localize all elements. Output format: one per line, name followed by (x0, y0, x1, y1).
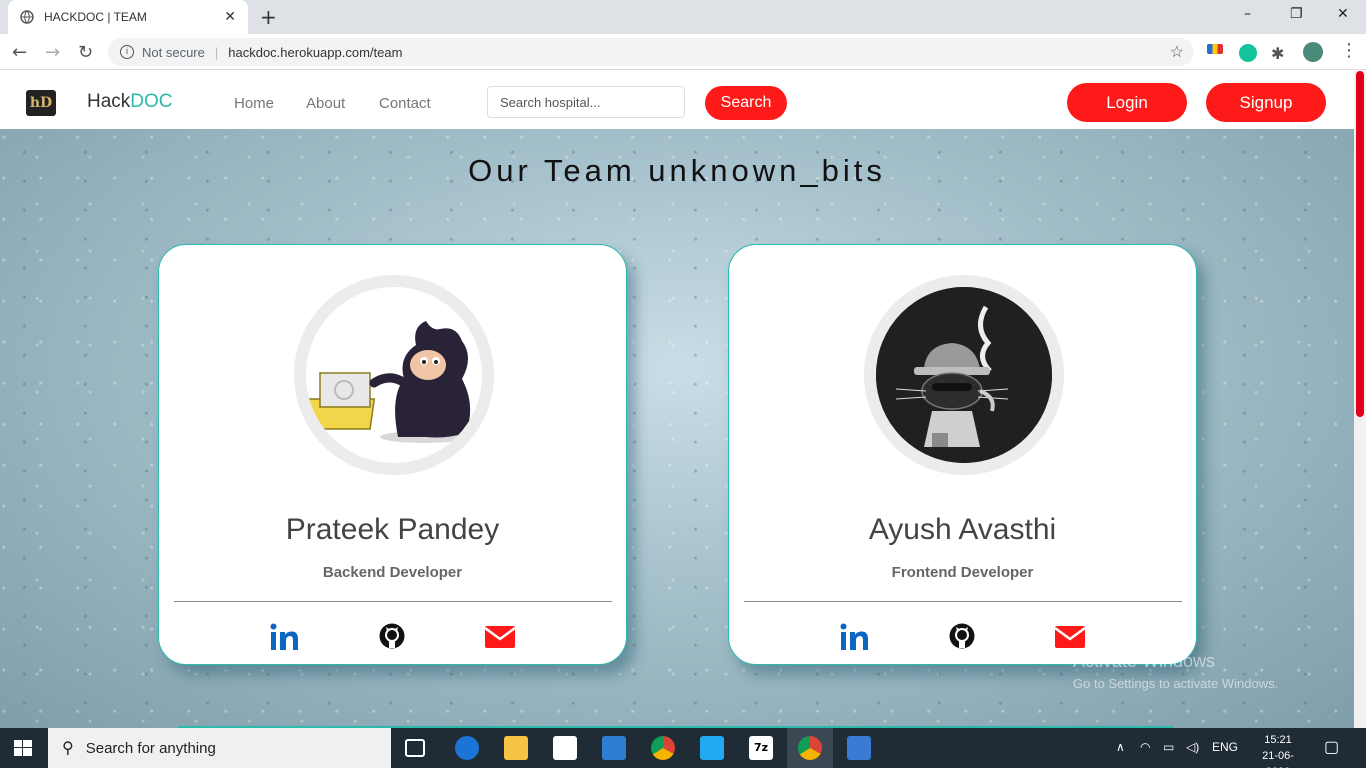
login-button[interactable]: Login (1067, 83, 1187, 122)
team-section: Our Team unknown_bits Prateek Pandey Bac… (0, 129, 1354, 728)
mail-icon[interactable] (484, 622, 516, 652)
octocat-turntable-icon (306, 287, 482, 463)
avatar (294, 275, 494, 475)
vscode-icon[interactable] (700, 736, 724, 760)
info-icon[interactable]: i (120, 45, 134, 59)
site-logo[interactable]: hD (26, 90, 56, 116)
brand-prefix: Hack (87, 91, 131, 112)
reload-icon[interactable]: ↻ (78, 42, 93, 63)
battery-icon[interactable]: ▭ (1163, 740, 1174, 754)
language-indicator[interactable]: ENG (1212, 740, 1238, 754)
tab-title: HACKDOC | TEAM (44, 10, 147, 24)
taskbar-search-placeholder: Search for anything (85, 739, 216, 757)
chrome-active-icon[interactable] (798, 736, 822, 760)
chevron-up-icon[interactable]: ∧ (1116, 740, 1125, 754)
member-role: Frontend Developer (891, 564, 1034, 581)
wifi-icon[interactable]: ◠ (1140, 740, 1150, 754)
site-brand[interactable]: HackDOC (87, 91, 173, 113)
bookmark-star-icon[interactable]: ☆ (1170, 42, 1184, 62)
scrollbar-thumb[interactable] (1356, 71, 1364, 417)
url-bar[interactable]: i Not secure | hackdoc.herokuapp.com/tea… (108, 38, 1194, 66)
linkedin-icon[interactable] (269, 622, 301, 652)
avatar (864, 275, 1064, 475)
windows-start-icon[interactable] (14, 740, 32, 756)
windows-activation-watermark: Activate Windows Go to Settings to activ… (1073, 651, 1278, 691)
extensions-puzzle-icon[interactable]: ✱ (1271, 44, 1289, 63)
globe-icon (20, 10, 34, 24)
nav-contact[interactable]: Contact (379, 95, 431, 112)
taskbar-search-input[interactable]: ⚲ Search for anything (48, 728, 391, 768)
photos-icon[interactable] (847, 736, 871, 760)
member-role: Backend Developer (322, 564, 463, 581)
member-name: Ayush Avasthi (868, 513, 1057, 546)
site-navbar: hD HackDOC Home About Contact Search Log… (0, 71, 1354, 129)
7zip-icon[interactable]: 7z (749, 736, 773, 760)
page-viewport: hD HackDOC Home About Contact Search Log… (0, 71, 1366, 728)
chrome-icon[interactable] (651, 736, 675, 760)
clock-date: 21-06-2020 (1262, 750, 1294, 778)
mail-icon[interactable] (1054, 622, 1086, 652)
browser-tab-strip: HACKDOC | TEAM ✕ + – ❐ ✕ (0, 0, 1366, 34)
url-separator: | (214, 44, 219, 60)
brand-suffix: DOC (130, 91, 173, 112)
card-divider (174, 601, 612, 602)
windows-taskbar: ⚲ Search for anything 7z ∧ ◠ ▭ ◁) ENG 15… (0, 728, 1366, 778)
notifications-icon[interactable]: ▢ (1324, 737, 1339, 757)
forward-icon[interactable]: → (45, 42, 60, 63)
nav-home[interactable]: Home (234, 95, 274, 112)
nav-about[interactable]: About (306, 95, 345, 112)
mail-app-icon[interactable] (602, 736, 626, 760)
new-tab-button[interactable]: + (260, 5, 277, 29)
octocat-spy-icon (876, 287, 1052, 463)
team-card: Ayush Avasthi Frontend Developer (728, 244, 1197, 665)
back-icon[interactable]: ← (12, 42, 27, 63)
tab-close-button[interactable]: ✕ (224, 9, 236, 25)
github-icon[interactable] (946, 622, 978, 652)
file-explorer-icon[interactable] (504, 736, 528, 760)
security-status: Not secure (142, 44, 205, 60)
profile-avatar[interactable] (1303, 42, 1323, 62)
menu-kebab-icon[interactable]: ⋮ (1340, 40, 1358, 61)
url-text[interactable]: hackdoc.herokuapp.com/team (228, 45, 402, 60)
page-title: Our Team unknown_bits (468, 153, 886, 188)
browser-tab[interactable]: HACKDOC | TEAM ✕ (8, 0, 248, 34)
card-divider (744, 601, 1182, 602)
signup-button[interactable]: Signup (1206, 83, 1326, 122)
linkedin-icon[interactable] (839, 622, 871, 652)
minimize-button[interactable]: – (1244, 6, 1251, 22)
system-clock[interactable]: 15:21 21-06-2020 (1252, 732, 1304, 780)
search-button[interactable]: Search (705, 86, 787, 120)
page-scrollbar[interactable] (1354, 71, 1366, 728)
maximize-button[interactable]: ❐ (1290, 6, 1303, 22)
extension-flag-icon[interactable] (1207, 44, 1223, 54)
volume-icon[interactable]: ◁) (1186, 740, 1199, 754)
clock-time: 15:21 (1264, 734, 1292, 746)
grammarly-icon[interactable] (1239, 44, 1257, 62)
edge-icon[interactable] (455, 736, 479, 760)
watermark-title: Activate Windows (1073, 651, 1216, 671)
close-window-button[interactable]: ✕ (1337, 6, 1349, 22)
team-card: Prateek Pandey Backend Developer (158, 244, 627, 665)
member-name: Prateek Pandey (285, 513, 500, 546)
store-icon[interactable] (553, 736, 577, 760)
github-icon[interactable] (376, 622, 408, 652)
search-icon: ⚲ (62, 740, 74, 757)
task-view-icon[interactable] (405, 739, 425, 757)
address-toolbar: ← → ↻ i Not secure | hackdoc.herokuapp.c… (0, 34, 1366, 70)
hospital-search-input[interactable] (487, 86, 685, 118)
watermark-subtitle: Go to Settings to activate Windows. (1073, 676, 1279, 691)
